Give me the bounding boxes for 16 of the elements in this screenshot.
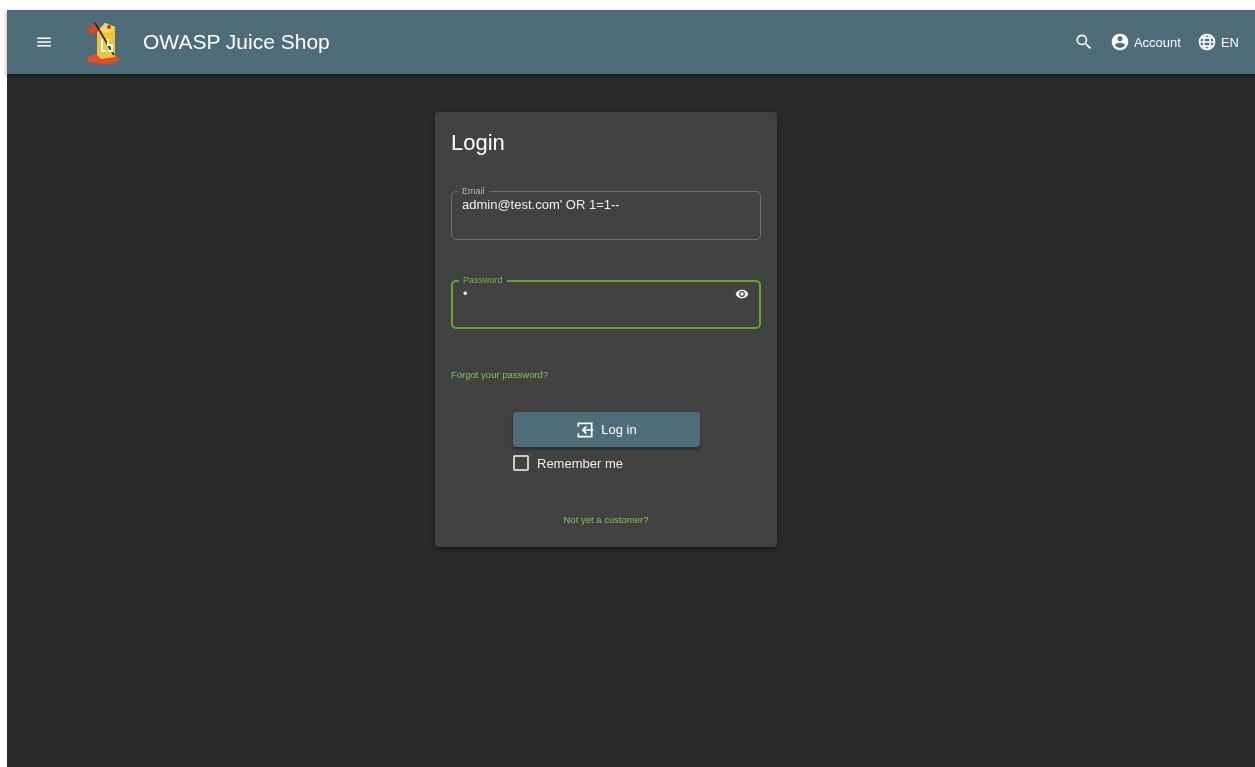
globe-icon — [1196, 32, 1217, 52]
email-field[interactable]: Email admin@test.com' OR 1=1-- — [451, 186, 761, 240]
field-label: Email — [461, 186, 486, 197]
field-label: Password — [462, 275, 504, 286]
password-input[interactable]: • — [463, 286, 735, 301]
login-button[interactable]: Log in — [512, 412, 700, 447]
register-link[interactable]: Not yet a customer? — [563, 514, 649, 525]
password-field[interactable]: Password • — [451, 275, 761, 329]
account-button[interactable]: Account — [1109, 32, 1181, 52]
remember-me-checkbox[interactable]: Remember me — [513, 455, 761, 471]
email-input[interactable]: admin@test.com' OR 1=1-- — [462, 197, 750, 212]
forgot-password-link[interactable]: Forgot your password? — [451, 369, 549, 380]
app-title[interactable]: OWASP Juice Shop — [143, 30, 330, 54]
account-icon — [1109, 32, 1130, 52]
language-button[interactable]: EN — [1196, 32, 1239, 52]
login-title: Login — [451, 130, 506, 156]
